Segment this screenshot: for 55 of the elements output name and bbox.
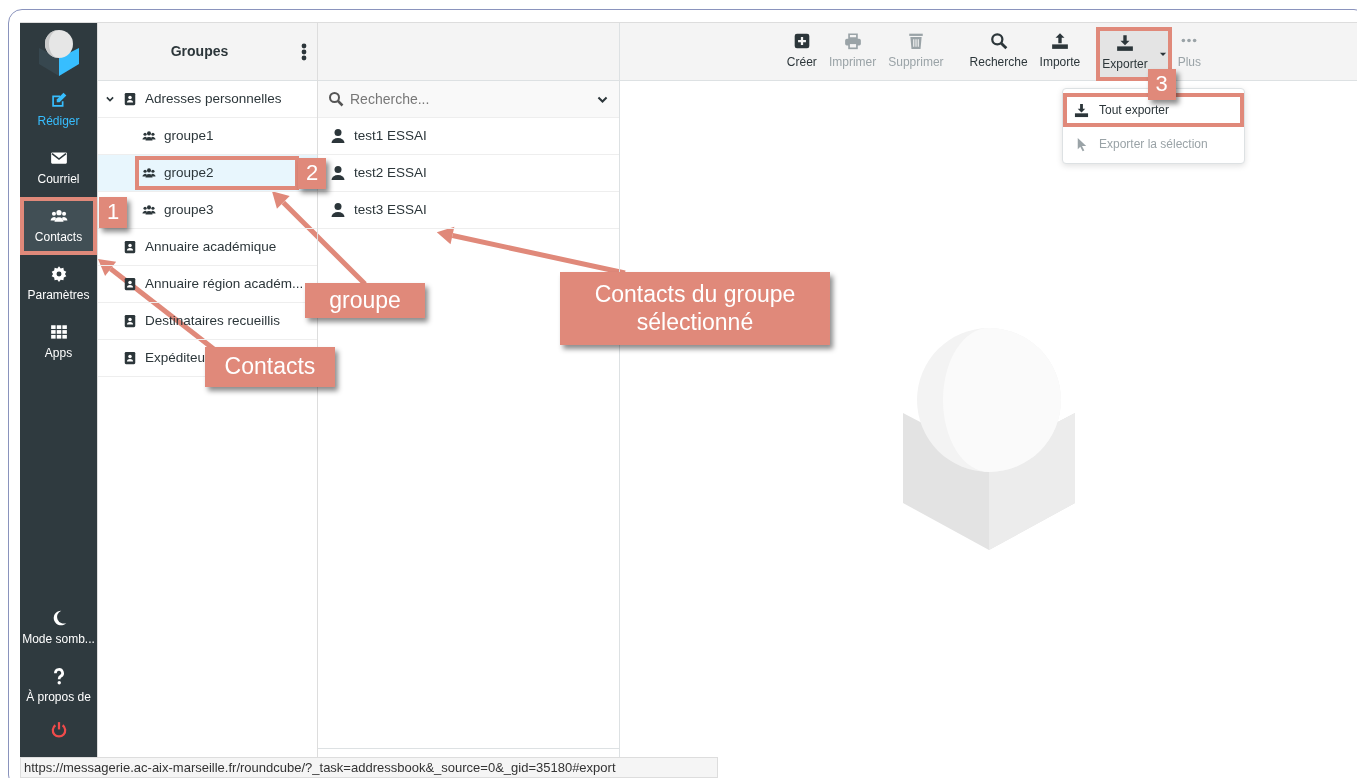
address-book-icon bbox=[123, 314, 137, 328]
person-icon bbox=[330, 202, 346, 218]
compose-icon bbox=[49, 90, 68, 109]
tree-item[interactable]: Expéditeu bbox=[123, 347, 206, 369]
plus-icon bbox=[792, 32, 811, 50]
toolbar-button[interactable]: Recherche bbox=[963, 22, 1034, 81]
people-icon bbox=[142, 166, 156, 180]
sidebar-item[interactable]: Apps bbox=[20, 313, 97, 371]
search-bar[interactable]: Recherche... bbox=[318, 81, 619, 118]
contact-item[interactable]: test2 ESSAI bbox=[330, 162, 427, 184]
address-book-icon bbox=[123, 351, 137, 365]
panel-title: Groupes bbox=[169, 42, 230, 61]
sidebar-item[interactable]: Courriel bbox=[20, 139, 97, 197]
tree-item[interactable]: Annuaire académique bbox=[123, 236, 277, 258]
kebab-menu-icon[interactable] bbox=[301, 42, 307, 61]
person-icon bbox=[330, 128, 346, 144]
chevron-icon[interactable] bbox=[105, 94, 115, 104]
search-field[interactable]: Recherche... bbox=[350, 88, 590, 110]
search-icon bbox=[328, 91, 344, 107]
sidebar-item[interactable]: Contacts bbox=[20, 197, 97, 255]
download-icon bbox=[1074, 102, 1089, 118]
status-bar-url: https://messagerie.ac-aix-marseille.fr/roundcube/?_task=addressbook&_source=0&_gid=35180#export bbox=[20, 757, 718, 778]
people-icon bbox=[142, 129, 156, 143]
person-icon bbox=[330, 165, 346, 181]
trash-icon bbox=[906, 32, 925, 50]
step-number-tooltip: 1 bbox=[99, 197, 127, 228]
tree-item[interactable]: groupe2 bbox=[142, 162, 292, 184]
upload-icon bbox=[1050, 32, 1069, 50]
toolbar-button[interactable]: Créer bbox=[780, 22, 823, 81]
download-icon bbox=[1115, 34, 1134, 52]
power-icon bbox=[49, 721, 68, 739]
callout-tooltip: Contacts du groupe sélectionné bbox=[560, 272, 830, 345]
callout-tooltip: groupe bbox=[305, 283, 425, 318]
tree-item[interactable]: Adresses personnelles bbox=[123, 88, 282, 110]
sidebar-item[interactable]: À propos de bbox=[20, 657, 97, 715]
step-number-tooltip: 2 bbox=[298, 157, 326, 189]
contact-item[interactable]: test3 ESSAI bbox=[330, 199, 427, 221]
address-book-icon bbox=[123, 277, 137, 291]
gear-icon bbox=[49, 264, 68, 283]
sidebar-item[interactable]: Rédiger bbox=[20, 81, 97, 139]
contact-item[interactable]: test1 ESSAI bbox=[330, 125, 427, 147]
sidebar-item[interactable]: Mode somb... bbox=[20, 599, 97, 657]
search-icon bbox=[989, 32, 1008, 50]
more-icon bbox=[1180, 37, 1199, 44]
printer-icon bbox=[843, 32, 862, 50]
tree-item[interactable]: groupe1 bbox=[142, 125, 214, 147]
people-icon bbox=[142, 203, 156, 217]
address-book-icon bbox=[123, 92, 137, 106]
callout-tooltip: Contacts bbox=[205, 347, 335, 387]
grid-icon bbox=[49, 322, 68, 341]
address-book-icon bbox=[123, 240, 137, 254]
sidebar-item[interactable]: Paramètres bbox=[20, 255, 97, 313]
toolbar-button[interactable]: Importe bbox=[1033, 22, 1087, 81]
tree-item[interactable]: groupe3 bbox=[142, 199, 214, 221]
tree-item[interactable]: Annuaire région académ... bbox=[123, 273, 304, 295]
